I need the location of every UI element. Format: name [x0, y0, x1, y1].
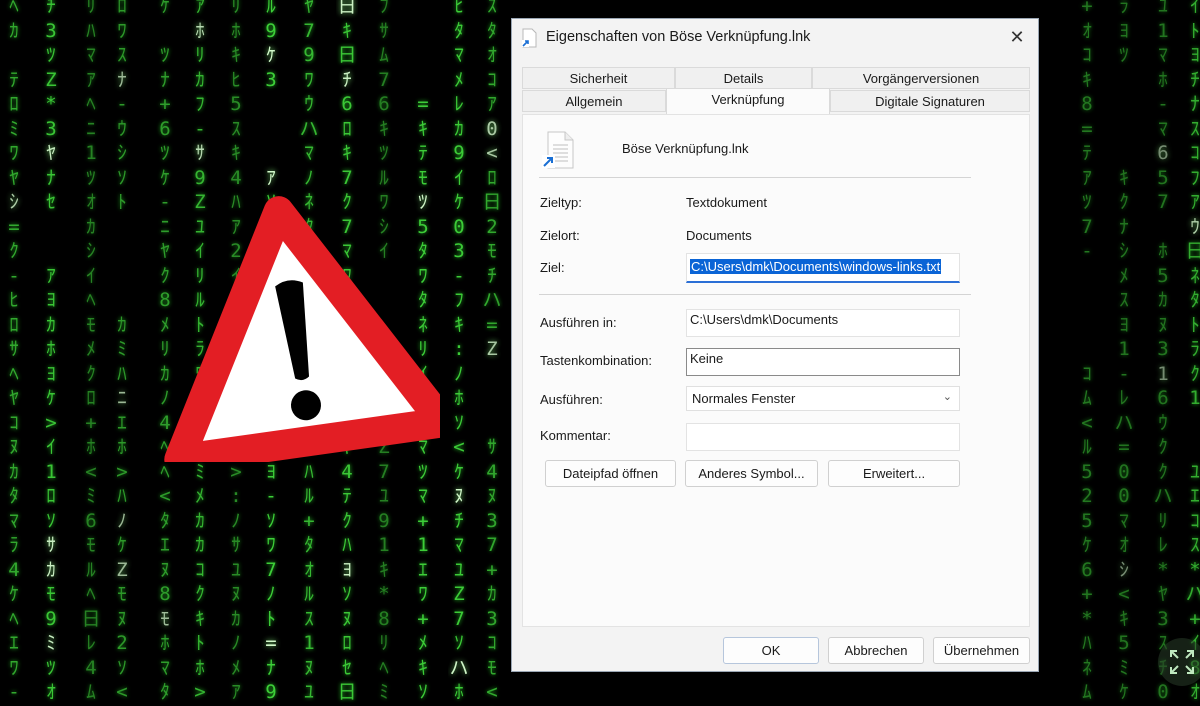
ausfuehren-select[interactable]: Normales Fenster ⌄ — [686, 386, 960, 411]
dialog-title: Eigenschaften von Böse Verknüpfung.lnk — [546, 29, 811, 45]
tastenkombination-value: Keine — [690, 351, 724, 366]
shortcut-file-icon — [522, 28, 537, 48]
shortcut-arrow-icon — [542, 155, 555, 168]
cancel-button[interactable]: Abbrechen — [828, 637, 924, 664]
tab-allgemein[interactable]: Allgemein — [522, 90, 666, 112]
tab-vorgaengerversionen[interactable]: Vorgängerversionen — [812, 67, 1030, 89]
warning-triangle-icon — [164, 196, 440, 462]
expand-icon[interactable] — [1152, 636, 1200, 688]
kommentar-input[interactable] — [686, 423, 960, 451]
separator — [539, 294, 971, 295]
zieltyp-label: Zieltyp: — [540, 195, 582, 210]
ok-button[interactable]: OK — [723, 637, 819, 664]
zielort-label: Zielort: — [540, 228, 580, 243]
ziel-input[interactable]: C:\Users\dmk\Documents\windows-links.txt — [686, 253, 960, 283]
tastenkombination-input[interactable]: Keine — [686, 348, 960, 376]
apply-button[interactable]: Übernehmen — [933, 637, 1030, 664]
tab-sicherheit[interactable]: Sicherheit — [522, 67, 675, 89]
ziel-label: Ziel: — [540, 260, 565, 275]
open-path-button[interactable]: Dateipfad öffnen — [545, 460, 676, 487]
tab-details[interactable]: Details — [675, 67, 812, 89]
properties-dialog: Eigenschaften von Böse Verknüpfung.lnk ✕… — [511, 18, 1039, 672]
chevron-down-icon: ⌄ — [942, 391, 952, 403]
ausfuehren-in-label: Ausführen in: — [540, 315, 617, 330]
separator — [539, 177, 971, 178]
close-button[interactable]: ✕ — [1002, 23, 1032, 51]
text-document-icon — [542, 131, 574, 169]
ausfuehren-in-input[interactable]: C:\Users\dmk\Documents — [686, 309, 960, 337]
title-bar: Eigenschaften von Böse Verknüpfung.lnk ✕ — [512, 19, 1038, 57]
tastenkombination-label: Tastenkombination: — [540, 353, 653, 368]
zielort-value: Documents — [686, 228, 752, 243]
shortcut-panel: Böse Verknüpfung.lnk Zieltyp: Textdokume… — [522, 114, 1030, 627]
tab-digitale-signaturen[interactable]: Digitale Signaturen — [830, 90, 1030, 112]
change-icon-button[interactable]: Anderes Symbol... — [685, 460, 818, 487]
file-name: Böse Verknüpfung.lnk — [622, 141, 749, 156]
kommentar-label: Kommentar: — [540, 428, 611, 443]
advanced-button[interactable]: Erweitert... — [828, 460, 960, 487]
ziel-value: C:\Users\dmk\Documents\windows-links.txt — [690, 259, 942, 274]
tab-verknuepfung[interactable]: Verknüpfung — [666, 88, 830, 114]
ausfuehren-label: Ausführen: — [540, 392, 603, 407]
ausfuehren-in-value: C:\Users\dmk\Documents — [690, 312, 839, 327]
ausfuehren-value: Normales Fenster — [692, 391, 796, 406]
zieltyp-value: Textdokument — [686, 195, 767, 210]
